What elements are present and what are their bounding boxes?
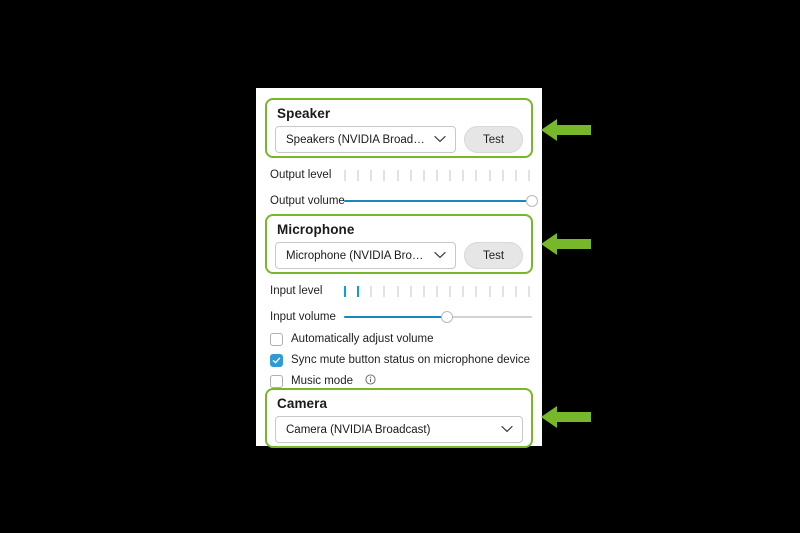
level-tick xyxy=(514,169,517,181)
level-tick xyxy=(370,285,373,297)
arrow-left-icon xyxy=(541,119,591,141)
level-tick xyxy=(409,285,412,297)
level-tick xyxy=(514,285,517,297)
music-mode-checkbox[interactable] xyxy=(270,374,283,388)
microphone-test-button[interactable]: Test xyxy=(464,242,523,269)
level-tick xyxy=(488,285,491,297)
input-level-meter xyxy=(344,285,532,297)
level-tick xyxy=(488,169,491,181)
arrow-speaker xyxy=(541,117,591,143)
camera-section-highlight: Camera Camera (NVIDIA Broadcast) xyxy=(265,388,533,448)
output-volume-thumb[interactable] xyxy=(526,195,538,207)
camera-device-dropdown[interactable]: Camera (NVIDIA Broadcast) xyxy=(275,416,523,443)
input-volume-thumb[interactable] xyxy=(441,311,454,323)
chevron-down-icon xyxy=(501,424,513,436)
level-tick xyxy=(370,169,373,181)
level-tick xyxy=(527,169,530,181)
option-sync-mute-button[interactable]: Sync mute button status on microphone de… xyxy=(270,351,532,369)
speaker-test-button[interactable]: Test xyxy=(464,126,523,153)
level-tick xyxy=(344,285,346,297)
level-tick xyxy=(396,169,399,181)
output-level-row: Output level xyxy=(270,166,532,184)
checkmark-icon xyxy=(272,357,281,363)
input-level-label: Input level xyxy=(270,285,323,297)
input-volume-slider[interactable] xyxy=(344,309,532,325)
level-tick xyxy=(449,169,452,181)
level-tick xyxy=(409,169,412,181)
level-tick xyxy=(501,285,504,297)
sync-mute-button-checkbox[interactable] xyxy=(270,353,283,367)
speaker-section-highlight: Speaker Speakers (NVIDIA Broadcast) Test xyxy=(265,98,533,158)
arrow-microphone xyxy=(541,231,591,257)
music-mode-label: Music mode xyxy=(291,375,353,387)
output-level-label: Output level xyxy=(270,169,332,181)
level-tick xyxy=(383,285,386,297)
output-volume-slider[interactable] xyxy=(344,193,538,209)
output-level-meter xyxy=(344,169,532,181)
option-auto-adjust-volume[interactable]: Automatically adjust volume xyxy=(270,330,532,348)
camera-device-value: Camera (NVIDIA Broadcast) xyxy=(286,423,431,436)
speaker-section-title: Speaker xyxy=(277,106,331,121)
speaker-device-value: Speakers (NVIDIA Broadcast) xyxy=(286,133,426,146)
input-volume-fill xyxy=(344,316,448,318)
camera-device-row: Camera (NVIDIA Broadcast) xyxy=(275,416,523,443)
speaker-device-dropdown[interactable]: Speakers (NVIDIA Broadcast) xyxy=(275,126,456,153)
level-tick xyxy=(357,285,360,297)
level-tick xyxy=(435,169,438,181)
arrow-left-icon xyxy=(541,406,591,428)
input-volume-label: Input volume xyxy=(270,311,336,323)
chevron-down-icon xyxy=(434,134,446,146)
level-tick xyxy=(527,285,530,297)
auto-adjust-volume-checkbox[interactable] xyxy=(270,332,283,346)
level-tick xyxy=(422,285,425,297)
level-tick xyxy=(383,169,386,181)
level-tick xyxy=(357,169,360,181)
microphone-device-dropdown[interactable]: Microphone (NVIDIA Broadcast) xyxy=(275,242,456,269)
level-tick xyxy=(462,169,465,181)
microphone-device-value: Microphone (NVIDIA Broadcast) xyxy=(286,249,426,262)
level-tick xyxy=(475,169,478,181)
level-tick xyxy=(449,285,452,297)
output-volume-row: Output volume xyxy=(270,192,538,210)
output-volume-fill xyxy=(344,200,532,202)
level-tick xyxy=(501,169,504,181)
level-tick xyxy=(422,169,425,181)
level-tick xyxy=(396,285,399,297)
input-level-row: Input level xyxy=(270,282,532,300)
level-tick xyxy=(435,285,438,297)
microphone-section-highlight: Microphone Microphone (NVIDIA Broadcast)… xyxy=(265,214,533,274)
camera-section-title: Camera xyxy=(277,396,328,411)
arrow-camera xyxy=(541,404,591,430)
microphone-device-row: Microphone (NVIDIA Broadcast) Test xyxy=(275,242,523,269)
level-tick xyxy=(475,285,478,297)
level-tick xyxy=(344,169,346,181)
microphone-section-title: Microphone xyxy=(277,222,355,237)
level-tick xyxy=(462,285,465,297)
sync-mute-button-label: Sync mute button status on microphone de… xyxy=(291,354,531,366)
input-volume-row: Input volume xyxy=(270,308,532,326)
arrow-left-icon xyxy=(541,233,591,255)
audio-video-settings-panel: Speaker Speakers (NVIDIA Broadcast) Test… xyxy=(256,88,542,448)
speaker-device-row: Speakers (NVIDIA Broadcast) Test xyxy=(275,126,523,153)
auto-adjust-volume-label: Automatically adjust volume xyxy=(291,333,434,345)
output-volume-label: Output volume xyxy=(270,195,345,207)
chevron-down-icon xyxy=(434,250,446,262)
